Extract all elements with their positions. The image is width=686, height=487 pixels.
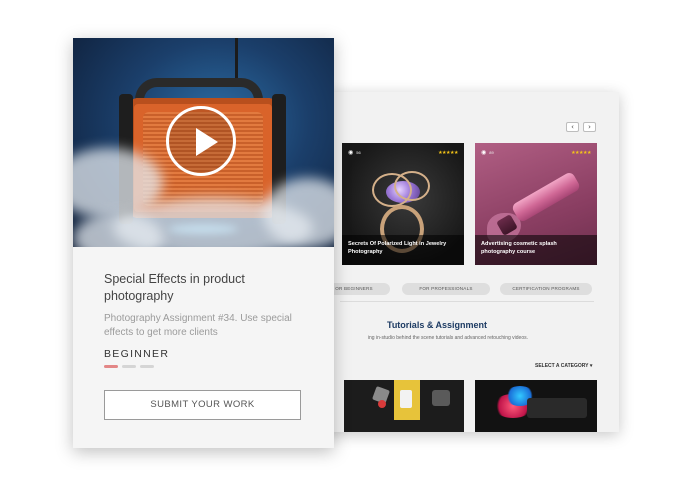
next-arrow-button[interactable]: › (583, 122, 596, 132)
course-browser-panel: ‹ › ◉ 56 ★★★★★ Secrets Of Polarized Ligh… (318, 92, 619, 432)
prev-arrow-button[interactable]: ‹ (566, 122, 579, 132)
carousel-nav: ‹ › (566, 122, 596, 132)
play-button[interactable] (166, 106, 236, 176)
ring-petal (394, 171, 430, 201)
card-body: Special Effects in product photography P… (73, 247, 334, 448)
thumb-device (527, 398, 587, 418)
thumb-shape (400, 390, 412, 408)
eye-icon: ◉ (481, 149, 487, 156)
course-meta: ◉ 56 (348, 149, 361, 156)
course-card-cosmetic[interactable]: ◉ 89 ★★★★★ Advertising cosmetic splash p… (475, 143, 597, 265)
rating-stars: ★★★★★ (571, 150, 591, 156)
level-bar (104, 365, 118, 368)
filter-certification[interactable]: CERTIFICATION PROGRAMS (500, 283, 592, 295)
view-count: 56 (356, 150, 361, 155)
view-count: 89 (489, 150, 494, 155)
course-meta: ◉ 89 (481, 149, 494, 156)
tutorial-thumbnail[interactable] (344, 380, 464, 432)
filter-professionals[interactable]: FOR PROFESSIONALS (402, 283, 490, 295)
divider (340, 301, 594, 302)
product-card: Special Effects in product photography P… (73, 38, 334, 448)
product-title: Special Effects in product photography (104, 272, 245, 303)
product-description: Photography Assignment #34. Use special … (104, 313, 292, 338)
hero-video[interactable] (73, 38, 334, 247)
level-indicator (104, 365, 154, 368)
section-subtitle: ing in-studio behind the scene tutorials… (367, 335, 528, 341)
rating-stars: ★★★★★ (438, 150, 458, 156)
eye-icon: ◉ (348, 149, 354, 156)
tube-illustration (510, 170, 582, 224)
submit-work-button[interactable]: SUBMIT YOUR WORK (104, 390, 301, 420)
category-select[interactable]: SELECT A CATEGORY ▾ (535, 363, 592, 369)
section-title: Tutorials & Assignment (386, 320, 487, 330)
filter-pills: OR BEGINNERS FOR PROFESSIONALS CERTIFICA… (318, 283, 619, 297)
thumb-shape (432, 390, 450, 406)
thumb-shape (378, 400, 386, 408)
play-icon (196, 128, 218, 156)
tutorial-thumbnail[interactable] (475, 380, 597, 432)
course-caption: Advertising cosmetic splash photography … (475, 235, 597, 265)
course-caption: Secrets Of Polarized Light in Jewelry Ph… (342, 235, 464, 265)
level-bar (140, 365, 154, 368)
course-card-jewelry[interactable]: ◉ 56 ★★★★★ Secrets Of Polarized Light in… (342, 143, 464, 265)
level-label: BEGINNER (104, 348, 170, 360)
level-bar (122, 365, 136, 368)
